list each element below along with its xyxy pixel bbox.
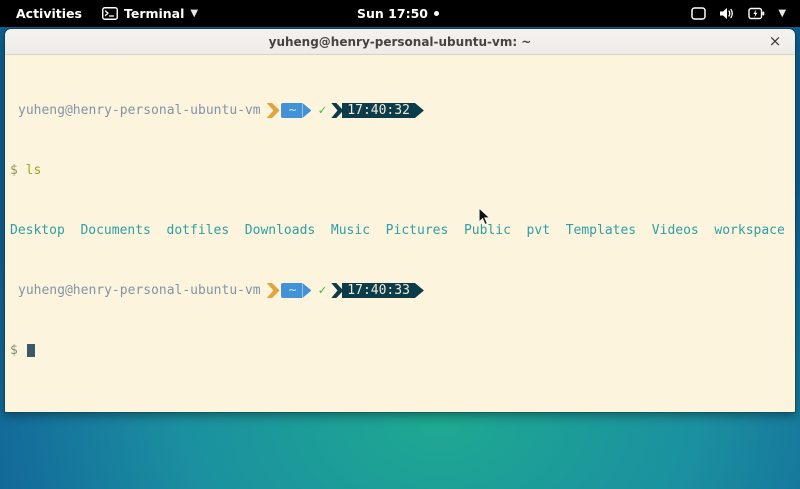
shell-prompt-symbol: $ — [10, 343, 18, 358]
terminal-icon — [102, 7, 118, 20]
activities-button[interactable]: Activities — [10, 3, 88, 24]
desktop: Activities Terminal ▼ Sun 17:50 — [0, 0, 800, 489]
prompt-line-1: yuheng@henry-personal-ubuntu-vm ~ ✓ 17:4… — [10, 103, 790, 118]
clock-button[interactable]: Sun 17:50 — [357, 6, 439, 21]
powerline-arrow-icon — [415, 283, 424, 298]
powerline-chevron-icon — [267, 283, 280, 298]
prompt-time: 17:40:33 — [342, 283, 415, 298]
window-title: yuheng@henry-personal-ubuntu-vm: ~ — [269, 35, 532, 49]
volume-icon — [719, 7, 735, 20]
system-menu-chevron-icon: ▼ — [778, 9, 786, 19]
terminal-content[interactable]: yuheng@henry-personal-ubuntu-vm ~ ✓ 17:4… — [5, 55, 795, 412]
typed-command: ls — [26, 163, 42, 178]
prompt-cwd-segment: ~ — [281, 103, 303, 118]
powerline-chevron-icon — [267, 103, 280, 118]
ls-output-line: Desktop Documents dotfiles Downloads Mus… — [10, 223, 790, 238]
prompt-user-host: yuheng@henry-personal-ubuntu-vm — [18, 103, 261, 118]
titlebar[interactable]: yuheng@henry-personal-ubuntu-vm: ~ × — [5, 29, 795, 55]
screen-share-icon — [691, 7, 706, 20]
gnome-top-bar: Activities Terminal ▼ Sun 17:50 — [0, 0, 800, 27]
powerline-arrow-icon — [415, 103, 424, 118]
status-check-icon: ✓ — [318, 103, 326, 118]
system-status-area[interactable]: ▼ — [439, 7, 800, 20]
directory-list: Desktop Documents dotfiles Downloads Mus… — [10, 223, 785, 238]
terminal-block-cursor — [27, 344, 35, 357]
terminal-window: yuheng@henry-personal-ubuntu-vm: ~ × yuh… — [4, 28, 796, 413]
status-check-icon: ✓ — [318, 283, 326, 298]
app-menu-terminal[interactable]: Terminal ▼ — [102, 6, 198, 21]
app-menu-label: Terminal — [124, 6, 184, 21]
prompt-time: 17:40:32 — [342, 103, 415, 118]
command-line: $ ls — [10, 163, 790, 178]
clock-label: Sun 17:50 — [357, 6, 428, 21]
battery-charging-icon — [748, 7, 765, 20]
prompt-user-host: yuheng@henry-personal-ubuntu-vm — [18, 283, 261, 298]
powerline-arrow-icon — [302, 103, 311, 118]
powerline-arrow-icon — [302, 283, 311, 298]
close-button[interactable]: × — [764, 30, 786, 52]
input-line[interactable]: $ — [10, 343, 790, 358]
prompt-cwd-segment: ~ — [281, 283, 303, 298]
shell-prompt-symbol: $ — [10, 163, 18, 178]
prompt-line-2: yuheng@henry-personal-ubuntu-vm ~ ✓ 17:4… — [10, 283, 790, 298]
chevron-down-icon: ▼ — [190, 9, 198, 19]
